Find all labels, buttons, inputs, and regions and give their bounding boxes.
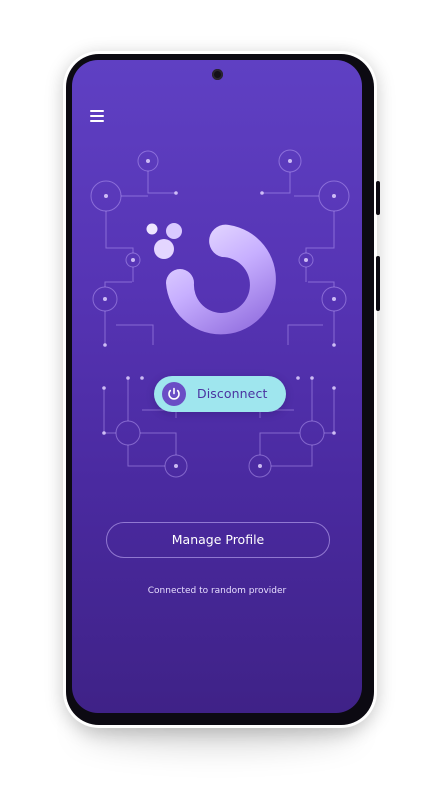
front-camera bbox=[212, 69, 223, 80]
manage-profile-button[interactable]: Manage Profile bbox=[106, 522, 330, 558]
logo-dot-small bbox=[146, 223, 158, 235]
hamburger-line bbox=[90, 115, 104, 117]
circuit-node bbox=[115, 420, 141, 446]
phone-frame: Disconnect Manage Profile Connected to r… bbox=[63, 51, 380, 728]
power-side-button bbox=[376, 256, 380, 311]
logo-dot-large bbox=[154, 239, 174, 259]
circuit-node bbox=[299, 420, 325, 446]
power-icon bbox=[162, 382, 186, 406]
hamburger-line bbox=[90, 120, 104, 122]
disconnect-button[interactable]: Disconnect bbox=[154, 376, 286, 412]
connection-status-text: Connected to random provider bbox=[147, 586, 287, 596]
logo-ring bbox=[166, 224, 276, 335]
logo-dot-medium bbox=[166, 223, 182, 239]
menu-button[interactable] bbox=[90, 110, 106, 122]
orbit-ring-logo bbox=[146, 223, 276, 335]
volume-button bbox=[376, 181, 380, 215]
hamburger-menu-icon bbox=[90, 110, 104, 112]
stage: Disconnect Manage Profile Connected to r… bbox=[0, 0, 434, 796]
app-screen: Disconnect Manage Profile Connected to r… bbox=[72, 60, 362, 713]
disconnect-label: Disconnect bbox=[197, 386, 268, 401]
